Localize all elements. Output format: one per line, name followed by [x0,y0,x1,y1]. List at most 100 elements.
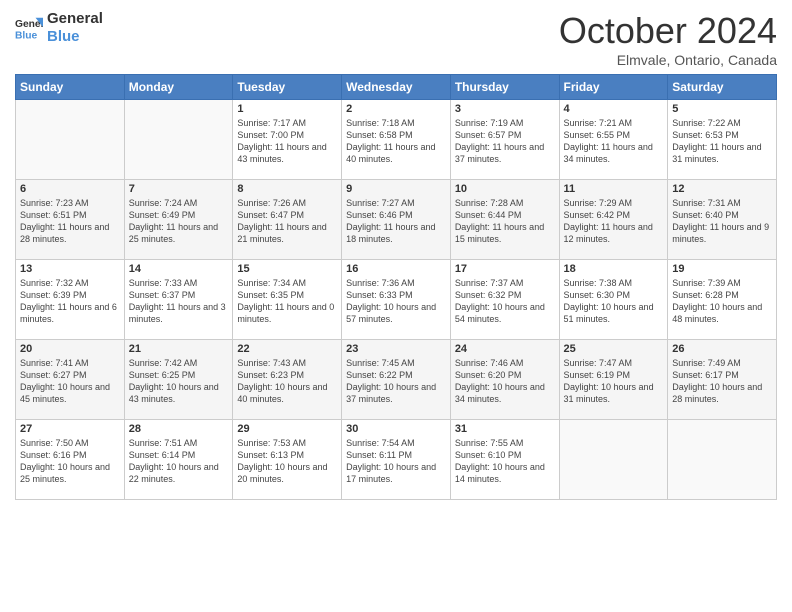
day-number: 17 [455,263,555,275]
calendar-cell: 21 Sunrise: 7:42 AM Sunset: 6:25 PM Dayli… [124,340,233,420]
day-number: 12 [672,183,772,195]
day-info: Sunrise: 7:47 AM Sunset: 6:19 PM Dayligh… [564,357,664,406]
day-info: Sunrise: 7:26 AM Sunset: 6:47 PM Dayligh… [237,197,337,246]
week-row-5: 27Sunrise: 7:50 AM Sunset: 6:16 PM Dayli… [16,420,777,500]
day-info: Sunrise: 7:41 AM Sunset: 6:27 PM Dayligh… [20,357,120,406]
calendar-cell: 31 Sunrise: 7:55 AM Sunset: 6:10 PM Dayli… [450,420,559,500]
logo-line1: General [47,10,103,28]
calendar-cell: 11Sunrise: 7:29 AM Sunset: 6:42 PM Dayli… [559,180,668,260]
calendar-cell: 20 Sunrise: 7:41 AM Sunset: 6:27 PM Dayli… [16,340,125,420]
day-number: 30 [346,423,446,435]
day-number: 1 [237,103,337,115]
day-info: Sunrise: 7:27 AM Sunset: 6:46 PM Dayligh… [346,197,446,246]
day-number: 4 [564,103,664,115]
week-row-4: 20 Sunrise: 7:41 AM Sunset: 6:27 PM Dayli… [16,340,777,420]
calendar-cell: 7 Sunrise: 7:24 AM Sunset: 6:49 PM Daylig… [124,180,233,260]
day-number: 19 [672,263,772,275]
day-info: Sunrise: 7:32 AM Sunset: 6:39 PM Dayligh… [20,277,120,326]
day-info: Sunrise: 7:19 AM Sunset: 6:57 PM Dayligh… [455,117,555,166]
day-info: Sunrise: 7:34 AM Sunset: 6:35 PM Dayligh… [237,277,337,326]
week-row-2: 6 Sunrise: 7:23 AM Sunset: 6:51 PM Daylig… [16,180,777,260]
location: Elmvale, Ontario, Canada [559,52,777,68]
day-number: 31 [455,423,555,435]
day-number: 10 [455,183,555,195]
day-info: Sunrise: 7:36 AM Sunset: 6:33 PM Dayligh… [346,277,446,326]
calendar-cell [124,100,233,180]
calendar-cell: 2Sunrise: 7:18 AM Sunset: 6:58 PM Daylig… [342,100,451,180]
calendar-cell: 16 Sunrise: 7:36 AM Sunset: 6:33 PM Dayli… [342,260,451,340]
day-number: 13 [20,263,120,275]
day-info: Sunrise: 7:45 AM Sunset: 6:22 PM Dayligh… [346,357,446,406]
calendar-cell: 24 Sunrise: 7:46 AM Sunset: 6:20 PM Dayli… [450,340,559,420]
day-info: Sunrise: 7:49 AM Sunset: 6:17 PM Dayligh… [672,357,772,406]
day-number: 15 [237,263,337,275]
day-number: 7 [129,183,229,195]
calendar-cell: 10 Sunrise: 7:28 AM Sunset: 6:44 PM Dayli… [450,180,559,260]
logo-line2: Blue [47,28,103,46]
calendar-cell: 14 Sunrise: 7:33 AM Sunset: 6:37 PM Dayli… [124,260,233,340]
day-number: 5 [672,103,772,115]
column-header-monday: Monday [124,75,233,100]
calendar-cell: 5 Sunrise: 7:22 AM Sunset: 6:53 PM Daylig… [668,100,777,180]
day-number: 26 [672,343,772,355]
calendar-cell: 8Sunrise: 7:26 AM Sunset: 6:47 PM Daylig… [233,180,342,260]
calendar-cell: 26 Sunrise: 7:49 AM Sunset: 6:17 PM Dayli… [668,340,777,420]
logo: General Blue General Blue [15,10,103,46]
week-row-1: 1Sunrise: 7:17 AM Sunset: 7:00 PM Daylig… [16,100,777,180]
calendar-body: 1Sunrise: 7:17 AM Sunset: 7:00 PM Daylig… [16,100,777,500]
day-number: 28 [129,423,229,435]
column-header-wednesday: Wednesday [342,75,451,100]
svg-text:Blue: Blue [15,30,38,41]
calendar-cell: 4Sunrise: 7:21 AM Sunset: 6:55 PM Daylig… [559,100,668,180]
calendar-cell: 25 Sunrise: 7:47 AM Sunset: 6:19 PM Dayli… [559,340,668,420]
day-number: 24 [455,343,555,355]
day-info: Sunrise: 7:28 AM Sunset: 6:44 PM Dayligh… [455,197,555,246]
day-info: Sunrise: 7:39 AM Sunset: 6:28 PM Dayligh… [672,277,772,326]
logo-icon: General Blue [15,14,43,42]
calendar-table: SundayMondayTuesdayWednesdayThursdayFrid… [15,74,777,500]
page-header: General Blue General Blue October 2024 E… [15,10,777,68]
day-info: Sunrise: 7:38 AM Sunset: 6:30 PM Dayligh… [564,277,664,326]
day-number: 27 [20,423,120,435]
day-number: 9 [346,183,446,195]
day-info: Sunrise: 7:55 AM Sunset: 6:10 PM Dayligh… [455,437,555,486]
day-info: Sunrise: 7:23 AM Sunset: 6:51 PM Dayligh… [20,197,120,246]
day-info: Sunrise: 7:33 AM Sunset: 6:37 PM Dayligh… [129,277,229,326]
calendar-cell: 15 Sunrise: 7:34 AM Sunset: 6:35 PM Dayli… [233,260,342,340]
day-number: 25 [564,343,664,355]
calendar-cell [559,420,668,500]
day-number: 18 [564,263,664,275]
day-info: Sunrise: 7:24 AM Sunset: 6:49 PM Dayligh… [129,197,229,246]
calendar-cell: 23Sunrise: 7:45 AM Sunset: 6:22 PM Dayli… [342,340,451,420]
day-info: Sunrise: 7:51 AM Sunset: 6:14 PM Dayligh… [129,437,229,486]
day-number: 3 [455,103,555,115]
calendar-cell: 28 Sunrise: 7:51 AM Sunset: 6:14 PM Dayli… [124,420,233,500]
day-info: Sunrise: 7:37 AM Sunset: 6:32 PM Dayligh… [455,277,555,326]
day-info: Sunrise: 7:54 AM Sunset: 6:11 PM Dayligh… [346,437,446,486]
column-header-saturday: Saturday [668,75,777,100]
calendar-cell: 13 Sunrise: 7:32 AM Sunset: 6:39 PM Dayli… [16,260,125,340]
column-header-sunday: Sunday [16,75,125,100]
calendar-cell: 17 Sunrise: 7:37 AM Sunset: 6:32 PM Dayli… [450,260,559,340]
day-number: 21 [129,343,229,355]
day-number: 14 [129,263,229,275]
day-number: 22 [237,343,337,355]
day-number: 16 [346,263,446,275]
calendar-cell: 18 Sunrise: 7:38 AM Sunset: 6:30 PM Dayli… [559,260,668,340]
column-header-thursday: Thursday [450,75,559,100]
week-row-3: 13 Sunrise: 7:32 AM Sunset: 6:39 PM Dayli… [16,260,777,340]
column-header-friday: Friday [559,75,668,100]
day-info: Sunrise: 7:18 AM Sunset: 6:58 PM Dayligh… [346,117,446,166]
day-number: 6 [20,183,120,195]
day-number: 29 [237,423,337,435]
day-info: Sunrise: 7:31 AM Sunset: 6:40 PM Dayligh… [672,197,772,246]
day-number: 20 [20,343,120,355]
day-info: Sunrise: 7:29 AM Sunset: 6:42 PM Dayligh… [564,197,664,246]
day-info: Sunrise: 7:46 AM Sunset: 6:20 PM Dayligh… [455,357,555,406]
day-info: Sunrise: 7:22 AM Sunset: 6:53 PM Dayligh… [672,117,772,166]
calendar-cell: 30 Sunrise: 7:54 AM Sunset: 6:11 PM Dayli… [342,420,451,500]
day-info: Sunrise: 7:42 AM Sunset: 6:25 PM Dayligh… [129,357,229,406]
calendar-cell [668,420,777,500]
calendar-cell: 9 Sunrise: 7:27 AM Sunset: 6:46 PM Daylig… [342,180,451,260]
calendar-cell [16,100,125,180]
